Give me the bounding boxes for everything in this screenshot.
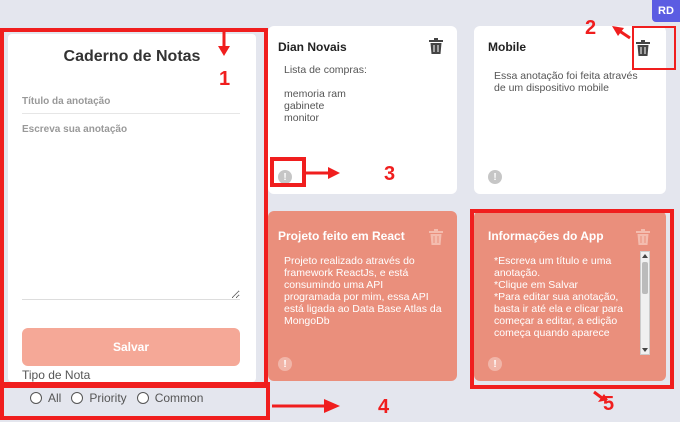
annotation-label-1: 1 <box>219 68 231 90</box>
annotation-label-4: 4 <box>378 396 390 418</box>
annotation-label-5: 5 <box>603 393 615 415</box>
annotation-arrows <box>218 26 631 413</box>
annotation-label-3: 3 <box>384 163 396 185</box>
annotation-label-2: 2 <box>585 17 597 39</box>
